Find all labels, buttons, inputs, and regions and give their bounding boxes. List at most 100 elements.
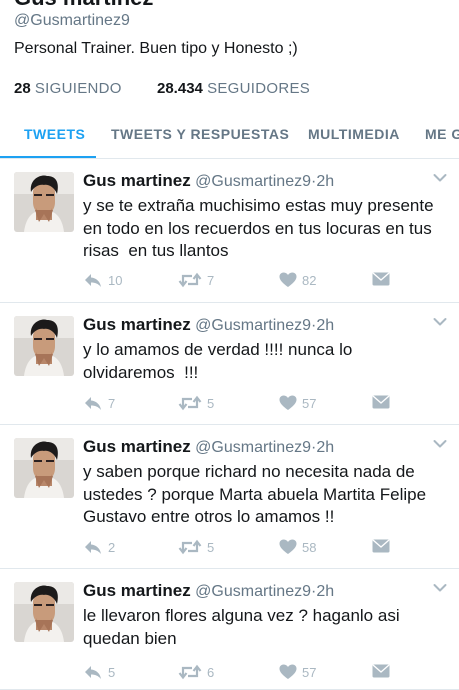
like-count: 57 <box>302 395 317 411</box>
following-stat[interactable]: 28 SIGUIENDO <box>14 80 157 97</box>
avatar[interactable] <box>14 582 74 642</box>
tab-media[interactable]: MULTIMEDIA <box>308 113 400 157</box>
tweet-author-name[interactable]: Gus martinez <box>83 315 191 334</box>
reply-button[interactable]: 7 <box>83 395 115 411</box>
tweet-header: Gus martinez @Gusmartinez9·2h <box>83 171 334 191</box>
tweet-text: y saben porque richard no necesita nada … <box>83 462 431 526</box>
tweet-author-name[interactable]: Gus martinez <box>83 581 191 600</box>
followers-label: SEGUIDORES <box>207 80 311 97</box>
tweet-actions: 7 5 57 <box>83 395 443 415</box>
direct-message-button[interactable] <box>372 272 390 286</box>
heart-icon <box>279 664 297 679</box>
avatar-image <box>14 438 74 498</box>
envelope-icon <box>372 539 390 553</box>
reply-icon <box>85 274 101 287</box>
reply-count: 5 <box>108 664 116 680</box>
tweet-actions: 2 5 58 <box>83 539 443 559</box>
tweet[interactable]: Gus martinez @Gusmartinez9·2h y lo amamo… <box>0 303 459 425</box>
avatar-image <box>14 582 74 642</box>
profile-stats: 28 SIGUIENDO 28.434 SEGUIDORES <box>14 80 310 97</box>
tweet-author-handle[interactable]: @Gusmartinez9 <box>195 173 311 190</box>
like-count: 58 <box>302 539 317 555</box>
envelope-icon <box>372 664 390 678</box>
avatar[interactable] <box>14 438 74 498</box>
retweet-button[interactable]: 5 <box>178 395 214 411</box>
chevron-down-icon[interactable] <box>433 317 447 327</box>
chevron-down-icon[interactable] <box>433 439 447 449</box>
profile-name: Gus martinez <box>14 0 153 10</box>
heart-icon <box>279 539 297 554</box>
tweet[interactable]: Gus martinez @Gusmartinez9·2h y saben po… <box>0 425 459 569</box>
avatar-image <box>14 316 74 376</box>
tweet-actions: 10 7 82 <box>83 272 443 292</box>
like-button[interactable]: 82 <box>279 272 316 288</box>
retweet-button[interactable]: 6 <box>178 664 214 680</box>
profile-handle: @Gusmartinez9 <box>14 12 130 29</box>
tweet-timestamp[interactable]: 2h <box>316 317 334 334</box>
tweet-header: Gus martinez @Gusmartinez9·2h <box>83 315 334 335</box>
envelope-icon <box>372 395 390 409</box>
tweet-text: y lo amamos de verdad !!!! nunca lo olvi… <box>83 340 358 382</box>
like-count: 57 <box>302 664 317 680</box>
like-count: 82 <box>302 272 317 288</box>
like-button[interactable]: 58 <box>279 539 316 555</box>
chevron-down-icon[interactable] <box>433 583 447 593</box>
profile-tabs: TWEETS TWEETS Y RESPUESTAS MULTIMEDIA ME… <box>0 113 459 159</box>
reply-count: 2 <box>108 539 116 555</box>
retweet-icon <box>178 272 202 288</box>
envelope-icon <box>372 272 390 286</box>
avatar[interactable] <box>14 172 74 232</box>
tweet-text: y se te extraña muchisimo estas muy pres… <box>83 196 439 260</box>
reply-count: 10 <box>108 272 123 288</box>
reply-button[interactable]: 5 <box>83 664 115 680</box>
direct-message-button[interactable] <box>372 395 390 409</box>
retweet-count: 6 <box>207 664 215 680</box>
tweet-timestamp[interactable]: 2h <box>316 439 334 456</box>
retweet-icon <box>178 539 202 555</box>
profile-header: Gus martinez @Gusmartinez9 Personal Trai… <box>0 0 459 113</box>
tweet-author-handle[interactable]: @Gusmartinez9 <box>195 439 311 456</box>
like-button[interactable]: 57 <box>279 664 316 680</box>
direct-message-button[interactable] <box>372 539 390 553</box>
tweet-timestamp[interactable]: 2h <box>316 583 334 600</box>
avatar-image <box>14 172 74 232</box>
tab-tweets[interactable]: TWEETS <box>24 113 85 157</box>
tab-tweets-and-replies[interactable]: TWEETS Y RESPUESTAS <box>111 113 289 157</box>
retweet-count: 5 <box>207 539 215 555</box>
retweet-icon <box>178 664 202 680</box>
reply-icon <box>85 666 101 679</box>
tweet-timeline: Gus martinez @Gusmartinez9·2h y se te ex… <box>0 159 459 690</box>
heart-icon <box>279 272 297 287</box>
following-label: SIGUIENDO <box>34 80 122 97</box>
tweet-header: Gus martinez @Gusmartinez9·2h <box>83 437 334 457</box>
tweet-author-name[interactable]: Gus martinez <box>83 171 191 190</box>
direct-message-button[interactable] <box>372 664 390 678</box>
reply-button[interactable]: 10 <box>83 272 122 288</box>
tweet-author-name[interactable]: Gus martinez <box>83 437 191 456</box>
tweet[interactable]: Gus martinez @Gusmartinez9·2h y se te ex… <box>0 159 459 303</box>
followers-count: 28.434 <box>157 80 203 97</box>
tweet[interactable]: Gus martinez @Gusmartinez9·2h le llevaro… <box>0 569 459 690</box>
retweet-count: 7 <box>207 272 215 288</box>
tweet-text: le llevaron flores alguna vez ? haganlo … <box>83 606 405 648</box>
reply-button[interactable]: 2 <box>83 539 115 555</box>
retweet-count: 5 <box>207 395 215 411</box>
retweet-icon <box>178 395 202 411</box>
reply-icon <box>85 541 101 554</box>
followers-stat[interactable]: 28.434 SEGUIDORES <box>157 80 310 97</box>
reply-count: 7 <box>108 395 116 411</box>
tweet-actions: 5 6 57 <box>83 664 443 684</box>
tweet-author-handle[interactable]: @Gusmartinez9 <box>195 583 311 600</box>
avatar[interactable] <box>14 316 74 376</box>
retweet-button[interactable]: 5 <box>178 539 214 555</box>
chevron-down-icon[interactable] <box>433 173 447 183</box>
tab-likes[interactable]: ME G <box>425 113 459 157</box>
tweet-header: Gus martinez @Gusmartinez9·2h <box>83 581 334 601</box>
retweet-button[interactable]: 7 <box>178 272 214 288</box>
tweet-timestamp[interactable]: 2h <box>316 173 334 190</box>
tweet-author-handle[interactable]: @Gusmartinez9 <box>195 317 311 334</box>
reply-icon <box>85 397 101 410</box>
profile-bio: Personal Trainer. Buen tipo y Honesto ;) <box>14 40 298 57</box>
like-button[interactable]: 57 <box>279 395 316 411</box>
heart-icon <box>279 395 297 410</box>
